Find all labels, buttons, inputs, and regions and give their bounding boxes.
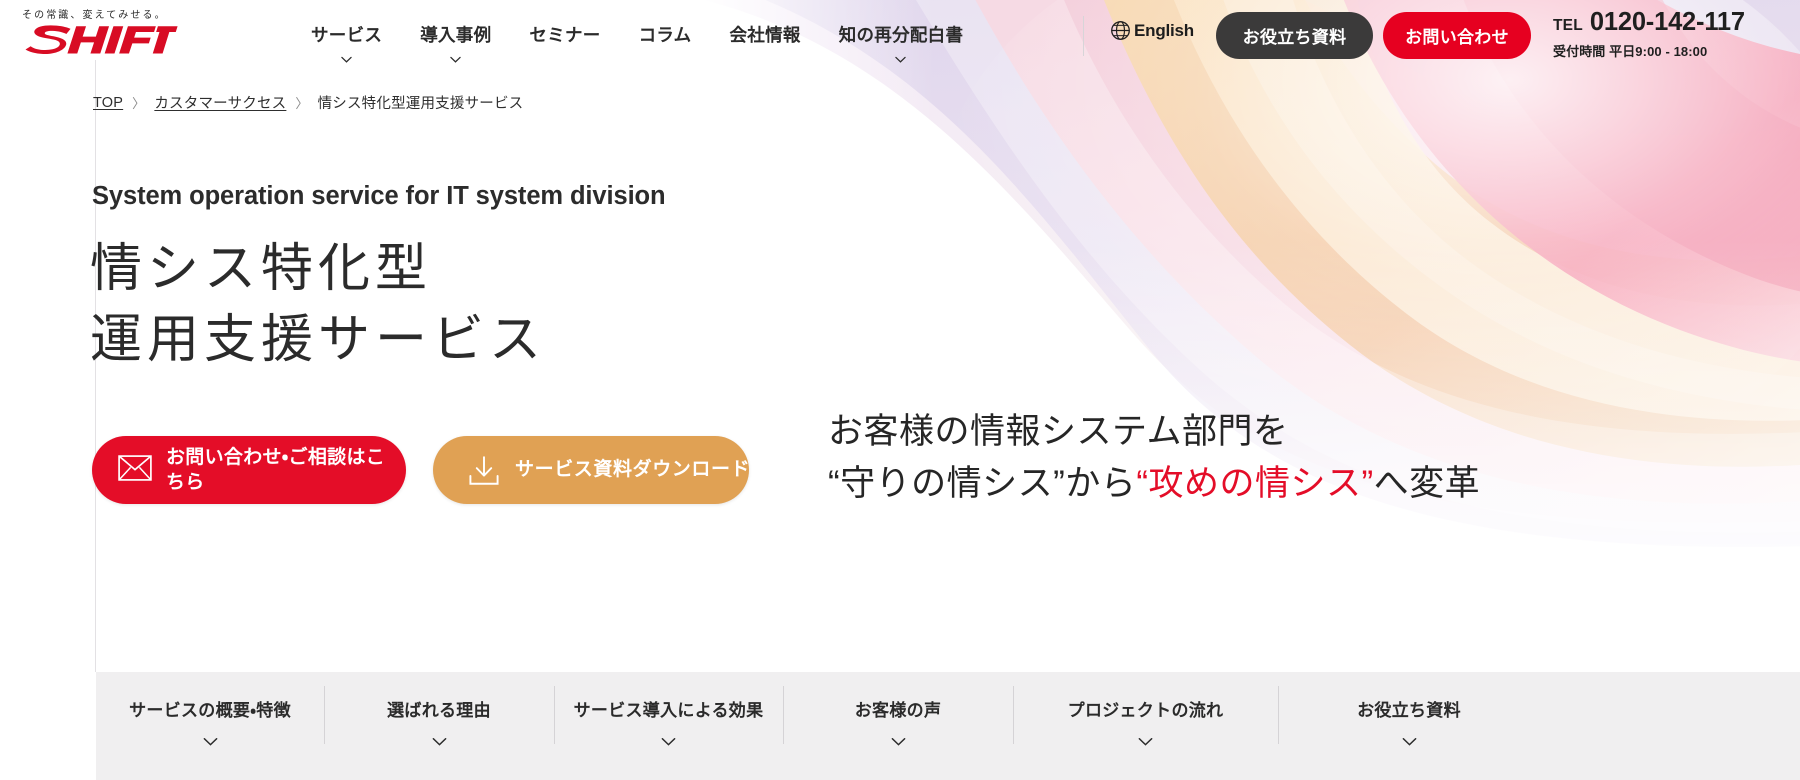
breadcrumb-separator-icon: 〉 — [295, 96, 309, 111]
anchor-label: お客様の声 — [854, 701, 942, 720]
nav-item-column[interactable]: コラム — [620, 0, 711, 47]
page-title: 情シス特化型 運用支援サービス — [90, 234, 546, 375]
chevron-down-icon — [661, 733, 676, 746]
tel-hours: 受付時間 平日9:00 - 18:00 — [1553, 43, 1708, 59]
chevron-down-icon — [203, 733, 218, 746]
breadcrumb-separator-icon: 〉 — [132, 96, 146, 111]
anchor-item-reasons[interactable]: 選ばれる理由 — [324, 672, 554, 780]
page-title-line1: 情シス特化型 — [90, 240, 433, 298]
globe-icon — [1110, 20, 1131, 41]
chevron-down-icon — [895, 56, 907, 63]
envelope-icon — [118, 455, 152, 485]
anchor-navigation-bar: サービスの概要・特徴 選ばれる理由 サービス導入による効果 お客様の声 プロジェ… — [0, 672, 1800, 780]
hero-tagline-line2-part2: へ変革 — [1373, 463, 1481, 503]
breadcrumb-item-current: 情シス特化型運用支援サービス — [317, 96, 524, 112]
main-navigation: サービス 導入事例 セミナー コラム 会社情報 知の再分配白書 — [292, 0, 982, 74]
hero-tagline: お客様の情報システム部門を “守りの情シス”から“攻めの情シス”へ変革 — [828, 406, 1480, 510]
chevron-down-icon — [432, 733, 447, 746]
breadcrumb-item-top[interactable]: TOP — [93, 95, 123, 111]
anchor-item-effects[interactable]: サービス導入による効果 — [554, 672, 783, 780]
anchor-label: プロジェクトの流れ — [1067, 701, 1224, 720]
hero-cta-group: お問い合わせ・ご相談はこちら サービス資料ダウンロード — [92, 436, 751, 504]
nav-label: コラム — [638, 25, 692, 45]
header-telephone: TEL 0120-142-117 受付時間 平日9:00 - 18:00 — [1553, 9, 1745, 60]
service-document-download-label: サービス資料ダウンロード — [515, 459, 751, 481]
anchor-item-flow[interactable]: プロジェクトの流れ — [1013, 672, 1278, 780]
download-icon — [467, 455, 501, 485]
tel-label: TEL — [1553, 17, 1583, 34]
hero-eyebrow-english: System operation service for IT system d… — [92, 182, 666, 210]
header-contact-button[interactable]: お問い合わせ — [1383, 12, 1531, 59]
nav-label: 導入事例 — [420, 25, 492, 45]
header-divider — [1083, 16, 1084, 56]
anchor-item-documents[interactable]: お役立ち資料 — [1278, 672, 1540, 780]
nav-label: 会社情報 — [729, 25, 801, 45]
breadcrumb-item-customer-success[interactable]: カスタマーサクセス — [154, 92, 286, 113]
nav-label: サービス — [311, 25, 383, 45]
left-gutter — [0, 0, 96, 672]
chevron-down-icon — [1138, 733, 1153, 746]
anchor-label: サービス導入による効果 — [573, 701, 764, 720]
chevron-down-icon — [341, 56, 352, 63]
anchor-navigation-list: サービスの概要・特徴 選ばれる理由 サービス導入による効果 お客様の声 プロジェ… — [96, 672, 1800, 780]
breadcrumb: TOP 〉 カスタマーサクセス 〉 情シス特化型運用支援サービス — [93, 92, 523, 113]
nav-label: 知の再分配白書 — [838, 25, 964, 45]
hero-background-artwork — [700, 0, 1800, 672]
chevron-down-icon — [450, 56, 462, 63]
shift-logo-icon — [25, 25, 178, 55]
chevron-down-icon — [1402, 733, 1417, 746]
language-label: English — [1134, 20, 1194, 40]
anchor-left-gutter — [0, 672, 96, 780]
hero-tagline-line1: お客様の情報システム部門を — [828, 412, 1289, 451]
nav-item-seminar[interactable]: セミナー — [510, 0, 619, 47]
contact-consultation-button[interactable]: お問い合わせ・ご相談はこちら — [92, 436, 406, 504]
anchor-item-voice[interactable]: お客様の声 — [783, 672, 1013, 780]
anchor-label: 選ばれる理由 — [387, 701, 491, 720]
nav-item-cases[interactable]: 導入事例 — [401, 0, 510, 63]
hero-tagline-line2-part1: “守りの情シス”から — [828, 463, 1137, 503]
site-header: その常識、変えてみせる。 サービス 導入事例 セミナー コラム 会社情報 知の再… — [0, 0, 1800, 74]
anchor-label: サービスの概要・特徴 — [129, 701, 291, 720]
hero-tagline-line2: “守りの情シス”から“攻めの情シス”へ変革 — [828, 458, 1480, 510]
nav-item-service[interactable]: サービス — [292, 0, 401, 63]
logo-tagline: その常識、変えてみせる。 — [22, 10, 167, 21]
header-documents-button[interactable]: お役立ち資料 — [1216, 12, 1373, 59]
page-title-line2: 運用支援サービス — [90, 310, 547, 369]
contact-consultation-label: お問い合わせ・ご相談はこちら — [166, 446, 386, 493]
nav-item-company[interactable]: 会社情報 — [710, 0, 819, 47]
chevron-down-icon — [891, 733, 906, 746]
nav-label: セミナー — [529, 25, 601, 45]
nav-item-whitepaper[interactable]: 知の再分配白書 — [820, 0, 983, 63]
language-switcher[interactable]: English — [1110, 20, 1194, 41]
service-document-download-button[interactable]: サービス資料ダウンロード — [433, 436, 751, 504]
tel-number[interactable]: 0120-142-117 — [1590, 9, 1745, 36]
anchor-label: お役立ち資料 — [1357, 701, 1461, 720]
page-root: その常識、変えてみせる。 サービス 導入事例 セミナー コラム 会社情報 知の再… — [0, 0, 1800, 780]
anchor-item-overview[interactable]: サービスの概要・特徴 — [96, 672, 324, 780]
site-logo[interactable]: その常識、変えてみせる。 — [22, 10, 212, 55]
hero-tagline-accent: “攻めの情シス” — [1136, 463, 1374, 503]
